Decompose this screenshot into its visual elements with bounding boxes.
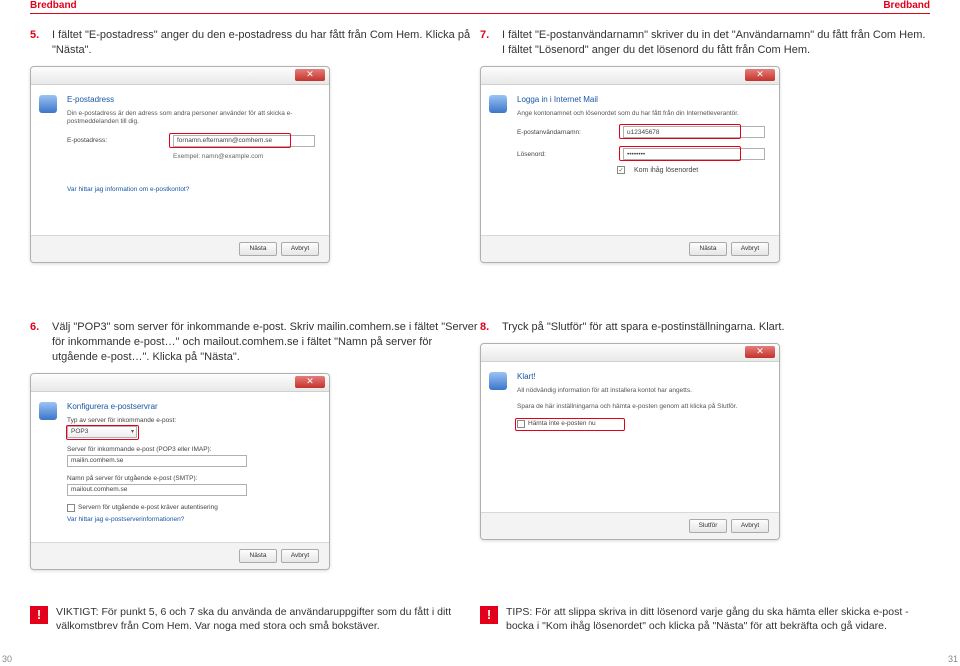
chevron-down-icon: ▾ bbox=[131, 428, 134, 435]
help-link[interactable]: Var hittar jag information om e-postkont… bbox=[67, 186, 189, 193]
section-title: E-postadress bbox=[67, 95, 315, 104]
wizard-icon bbox=[39, 402, 57, 420]
no-fetch-label: Hämta inte e-posten nu bbox=[528, 420, 596, 427]
close-icon[interactable]: ✕ bbox=[745, 69, 775, 81]
note-text: TIPS: För att slippa skriva in ditt löse… bbox=[506, 605, 930, 633]
password-input[interactable]: •••••••• bbox=[623, 148, 765, 160]
step-7: 7. I fältet "E-postanvändarnamn" skriver… bbox=[480, 28, 930, 58]
page-number-right: 31 bbox=[948, 654, 958, 664]
close-icon[interactable]: ✕ bbox=[295, 69, 325, 81]
cancel-button[interactable]: Avbryt bbox=[731, 519, 769, 533]
incoming-server-input[interactable]: mailin.comhem.se bbox=[67, 455, 247, 467]
note-text: VIKTIGT: För punkt 5, 6 och 7 ska du anv… bbox=[56, 605, 480, 633]
step-6: 6. Välj "POP3" som server för inkommande… bbox=[30, 320, 480, 365]
smtp-auth-label: Servern för utgående e-post kräver auten… bbox=[78, 504, 218, 511]
screenshot-email-address: ✕ E-postadress Din e-postadress är den a… bbox=[30, 66, 330, 263]
outgoing-server-input[interactable]: mailout.comhem.se bbox=[67, 484, 247, 496]
cancel-button[interactable]: Avbryt bbox=[281, 549, 319, 563]
remember-password-checkbox[interactable]: ✓ bbox=[617, 166, 625, 174]
wizard-icon bbox=[489, 372, 507, 390]
done-desc2: Spara de här inställningarna och hämta e… bbox=[517, 403, 765, 411]
step-text: I fältet "E-postanvändarnamn" skriver du… bbox=[502, 28, 930, 58]
no-fetch-checkbox[interactable] bbox=[517, 420, 525, 428]
email-input[interactable]: fornamn.efternamn@comhem.se bbox=[173, 135, 315, 147]
example-text: Exempel: namn@example.com bbox=[173, 153, 263, 160]
finish-button[interactable]: Slutför bbox=[689, 519, 727, 533]
cancel-button[interactable]: Avbryt bbox=[281, 242, 319, 256]
step-text: Välj "POP3" som server för inkommande e-… bbox=[52, 320, 480, 365]
step-number: 7. bbox=[480, 28, 494, 58]
note-tip: ! TIPS: För att slippa skriva in ditt lö… bbox=[480, 605, 930, 633]
page-header-left: Bredband bbox=[30, 0, 480, 14]
screenshot-login: ✕ Logga in i Internet Mail Ange kontonam… bbox=[480, 66, 780, 263]
step-5: 5. I fältet "E-postadress" anger du den … bbox=[30, 28, 480, 58]
step-number: 5. bbox=[30, 28, 44, 58]
step-text: I fältet "E-postadress" anger du den e-p… bbox=[52, 28, 480, 58]
cancel-button[interactable]: Avbryt bbox=[731, 242, 769, 256]
screenshot-servers: ✕ Konfigurera e-postservrar Typ av serve… bbox=[30, 373, 330, 570]
exclamation-icon: ! bbox=[30, 606, 48, 624]
server-type-dropdown[interactable]: POP3▾ bbox=[67, 426, 137, 438]
remember-password-label: Kom ihåg lösenordet bbox=[634, 167, 698, 174]
close-icon[interactable]: ✕ bbox=[745, 346, 775, 358]
section-title: Logga in i Internet Mail bbox=[517, 95, 765, 104]
step-number: 8. bbox=[480, 320, 494, 335]
wizard-icon bbox=[39, 95, 57, 113]
label-email: E-postadress: bbox=[67, 137, 167, 144]
step-8: 8. Tryck på "Slutför" för att spara e-po… bbox=[480, 320, 930, 335]
section-title: Konfigurera e-postservrar bbox=[67, 402, 315, 411]
smtp-auth-checkbox[interactable] bbox=[67, 504, 75, 512]
label-incoming: Server för inkommande e-post (POP3 eller… bbox=[67, 446, 315, 453]
section-title: Klart! bbox=[517, 372, 765, 381]
step-number: 6. bbox=[30, 320, 44, 365]
section-desc: Ange kontonamnet och lösenordet som du h… bbox=[517, 110, 765, 118]
window-titlebar: ✕ bbox=[481, 67, 779, 85]
done-desc1: All nödvändig information för att instal… bbox=[517, 387, 765, 395]
help-link[interactable]: Var hittar jag e-postserverinformationen… bbox=[67, 516, 184, 523]
username-input[interactable]: u12345678 bbox=[623, 126, 765, 138]
page-number-left: 30 bbox=[2, 654, 12, 664]
window-titlebar: ✕ bbox=[31, 67, 329, 85]
label-password: Lösenord: bbox=[517, 151, 617, 158]
window-titlebar: ✕ bbox=[481, 344, 779, 362]
next-button[interactable]: Nästa bbox=[239, 549, 277, 563]
page-header-right: Bredband bbox=[480, 0, 930, 14]
step-text: Tryck på "Slutför" för att spara e-posti… bbox=[502, 320, 785, 335]
screenshot-done: ✕ Klart! All nödvändig information för a… bbox=[480, 343, 780, 540]
label-server-type: Typ av server för inkommande e-post: bbox=[67, 417, 315, 424]
section-desc: Din e-postadress är den adress som andra… bbox=[67, 110, 315, 127]
next-button[interactable]: Nästa bbox=[239, 242, 277, 256]
note-important: ! VIKTIGT: För punkt 5, 6 och 7 ska du a… bbox=[30, 605, 480, 633]
close-icon[interactable]: ✕ bbox=[295, 376, 325, 388]
next-button[interactable]: Nästa bbox=[689, 242, 727, 256]
window-titlebar: ✕ bbox=[31, 374, 329, 392]
wizard-icon bbox=[489, 95, 507, 113]
label-username: E-postanvändarnamn: bbox=[517, 129, 617, 136]
exclamation-icon: ! bbox=[480, 606, 498, 624]
label-outgoing: Namn på server för utgående e-post (SMTP… bbox=[67, 475, 315, 482]
